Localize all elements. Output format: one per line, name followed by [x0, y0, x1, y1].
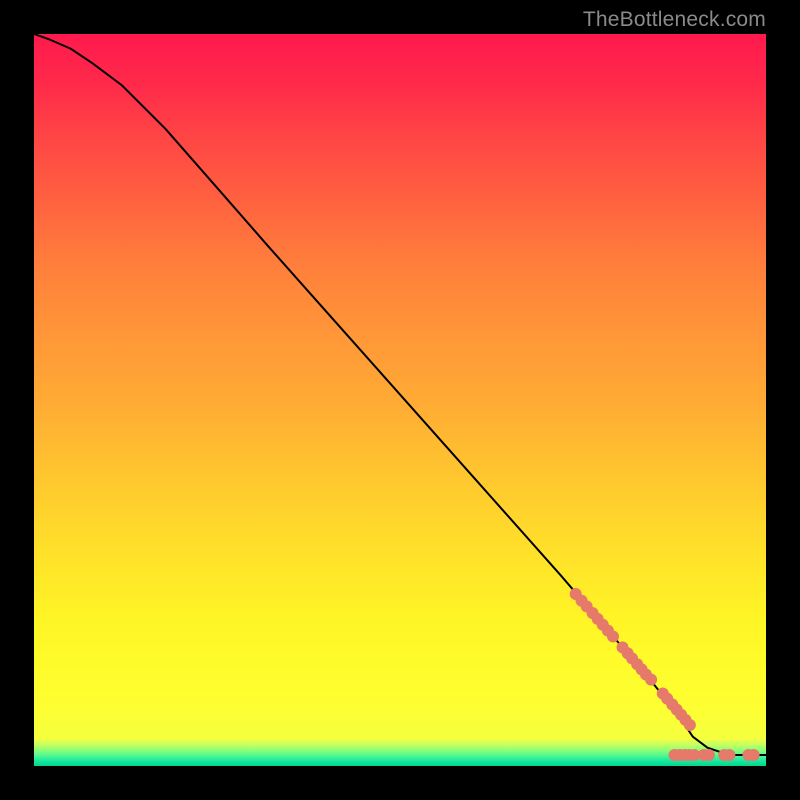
- scatter-group: [570, 588, 760, 761]
- scatter-point: [607, 630, 619, 642]
- scatter-point: [703, 749, 715, 761]
- attribution-text: TheBottleneck.com: [583, 8, 766, 32]
- curve-line: [34, 34, 766, 755]
- scatter-point: [645, 674, 657, 686]
- scatter-point: [748, 749, 760, 761]
- scatter-point: [723, 749, 735, 761]
- scatter-point: [684, 719, 696, 731]
- chart-svg-layer: [34, 34, 766, 766]
- chart-frame: TheBottleneck.com: [0, 0, 800, 800]
- plot-area: [34, 34, 766, 766]
